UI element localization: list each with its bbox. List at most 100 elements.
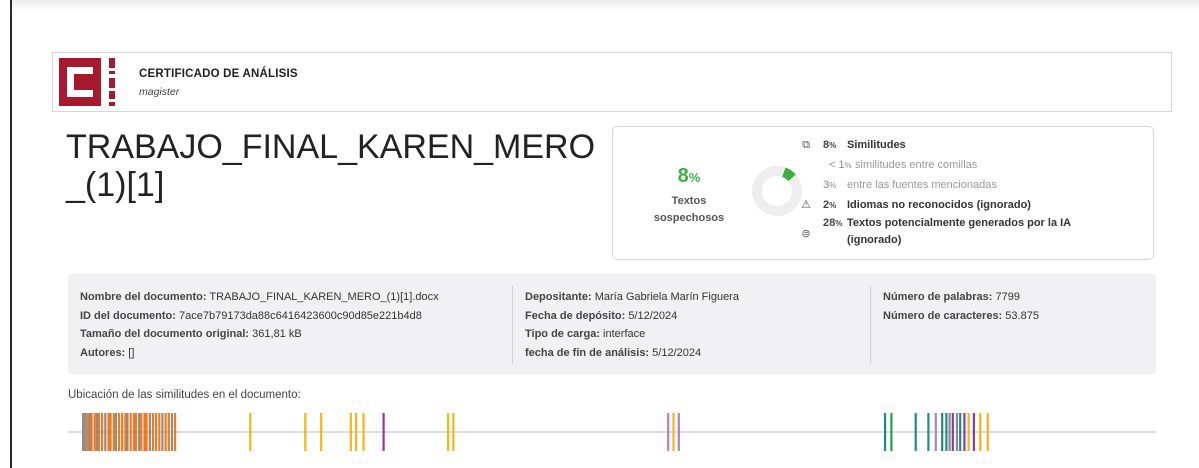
metadata-column-counts: Número de palabras: 7799 Número de caract… bbox=[883, 288, 1143, 325]
stat-label: Idiomas no reconocidos (ignorado) bbox=[847, 199, 1031, 211]
similarity-location-mark bbox=[138, 413, 141, 451]
stat-label: similitudes entre comillas bbox=[855, 159, 978, 171]
metadata-value: 7799 bbox=[995, 291, 1020, 303]
left-border-line bbox=[10, 0, 12, 468]
logo-c-letter bbox=[67, 67, 93, 97]
stat-value-unit: % bbox=[829, 201, 837, 210]
similarity-location-mark bbox=[112, 413, 115, 451]
similarity-location-mark bbox=[134, 413, 138, 451]
similarity-location-title: Ubicación de las similitudes en el docum… bbox=[68, 389, 301, 401]
similarity-location-strip bbox=[68, 413, 1156, 451]
stat-value-unit: % bbox=[835, 219, 843, 228]
similarity-location-mark bbox=[890, 413, 893, 451]
metadata-field: Autores: [] bbox=[80, 344, 510, 363]
similarity-location-mark bbox=[945, 413, 948, 451]
similarity-location-mark bbox=[109, 413, 112, 451]
metadata-value: 5/12/2024 bbox=[652, 346, 702, 359]
similarity-summary-card: 8% Textos sospechosos ⧉ 8% Similitudes < 1%… bbox=[612, 126, 1154, 260]
metadata-value: María Gabriela Marín Figuera bbox=[594, 291, 739, 303]
similarity-location-mark bbox=[986, 413, 989, 451]
stat-value-number: 28 bbox=[823, 217, 836, 229]
metadata-column-document: Nombre del documento: TRABAJO_FINAL_KARE… bbox=[80, 288, 510, 362]
similarity-location-mark bbox=[963, 413, 966, 451]
similarity-location-mark bbox=[97, 413, 101, 451]
metadata-field: Tipo de carga: interface bbox=[525, 325, 855, 344]
similarity-stats-list: ⧉ 8% Similitudes < 1% similitudes entre comi… bbox=[799, 135, 1139, 251]
metadata-value: 361,81 kB bbox=[252, 328, 302, 340]
similarity-location-mark bbox=[174, 413, 177, 451]
similarity-location-mark bbox=[349, 413, 352, 451]
similarity-location-mark bbox=[948, 413, 951, 451]
similarity-location-mark bbox=[155, 413, 158, 451]
similarity-location-mark bbox=[170, 413, 174, 451]
stat-value: 28% bbox=[823, 215, 842, 232]
stat-row: 3% entre las fuentes mencionadas bbox=[799, 175, 1139, 195]
similarity-location-mark bbox=[90, 413, 93, 451]
similarity-location-mark bbox=[972, 413, 975, 451]
similarity-location-mark bbox=[140, 413, 143, 451]
stat-value: < 1% bbox=[829, 155, 852, 176]
suspicious-label: Textos sospechosos bbox=[653, 195, 725, 224]
similarity-location-mark bbox=[86, 413, 89, 451]
similarity-location-mark bbox=[164, 413, 167, 451]
stat-value: 3% bbox=[823, 175, 836, 196]
metadata-field: Fecha de depósito: 5/12/2024 bbox=[525, 307, 855, 326]
metadata-value: 5/12/2024 bbox=[628, 309, 678, 322]
similarity-location-mark bbox=[672, 413, 675, 451]
stat-value-number: < 1 bbox=[829, 159, 845, 171]
similarity-location-mark bbox=[84, 413, 87, 451]
metadata-field: Número de palabras: 7799 bbox=[883, 288, 1143, 307]
similarity-location-mark bbox=[677, 413, 680, 451]
similarity-location-mark bbox=[320, 413, 323, 451]
similarity-location-mark bbox=[914, 413, 917, 451]
suspicious-percentage-unit: % bbox=[688, 170, 701, 185]
stat-label: entre las fuentes mencionadas bbox=[847, 179, 997, 191]
similarity-location-mark bbox=[452, 413, 455, 451]
metadata-key: Tipo de carga: bbox=[525, 328, 600, 340]
metadata-value: 7ace7b79173da88c6416423600c90d85e221b4d8 bbox=[179, 309, 422, 322]
similarity-location-mark bbox=[145, 413, 148, 451]
suspicious-percentage: 8% bbox=[669, 165, 709, 188]
similarity-location-mark bbox=[126, 413, 129, 451]
similarity-location-mark bbox=[362, 413, 365, 451]
stat-row: < 1% similitudes entre comillas bbox=[799, 155, 1139, 175]
similarity-location-mark bbox=[941, 413, 944, 451]
similarity-location-mark bbox=[95, 413, 98, 451]
similarity-location-mark bbox=[107, 413, 110, 451]
similarity-location-mark bbox=[161, 413, 164, 451]
similarity-location-mark bbox=[93, 413, 96, 451]
similarity-location-mark bbox=[967, 413, 970, 451]
similarity-location-mark bbox=[934, 413, 937, 451]
similarity-location-mark bbox=[158, 413, 161, 451]
metadata-field: Número de caracteres: 53.875 bbox=[883, 307, 1143, 326]
similarity-location-mark bbox=[382, 413, 385, 451]
metadata-divider bbox=[512, 286, 513, 364]
metadata-divider bbox=[870, 286, 871, 364]
document-title: TRABAJO_FINAL_KAREN_MERO_(1)[1] bbox=[66, 128, 596, 204]
compilatio-logo bbox=[59, 58, 119, 106]
stat-row: ⧉ 8% Similitudes bbox=[799, 135, 1139, 155]
similarity-location-mark bbox=[167, 413, 170, 451]
logo-square-icon bbox=[59, 58, 101, 106]
certificate-header: CERTIFICADO DE ANÁLISIS magister bbox=[52, 52, 1172, 112]
metadata-field: Tamaño del documento original: 361,81 kB bbox=[80, 325, 510, 344]
similarity-location-mark bbox=[447, 413, 450, 451]
stat-row: ⚠ 2% Idiomas no reconocidos (ignorado) bbox=[799, 195, 1139, 215]
donut-arc bbox=[781, 167, 796, 182]
ai-icon: ⊜ bbox=[801, 228, 811, 240]
similarity-location-mark bbox=[88, 413, 91, 451]
similarity-location-mark bbox=[124, 413, 127, 451]
similarity-location-mark bbox=[121, 413, 124, 451]
metadata-key: Autores: bbox=[80, 346, 126, 359]
stat-label: Textos potencialmente generados por la I… bbox=[847, 217, 1071, 246]
metadata-field: Nombre del documento: TRABAJO_FINAL_KARE… bbox=[80, 288, 510, 307]
metadata-value: [] bbox=[128, 346, 135, 359]
similarity-location-mark bbox=[979, 413, 982, 451]
similarity-location-mark bbox=[143, 413, 146, 451]
similarity-location-mark bbox=[249, 413, 252, 451]
certificate-title: CERTIFICADO DE ANÁLISIS bbox=[139, 68, 298, 80]
similarity-location-mark bbox=[667, 413, 670, 451]
metadata-field: Depositante: María Gabriela Marín Figuer… bbox=[525, 288, 855, 307]
similarity-location-mark bbox=[118, 413, 121, 451]
stat-value-unit: % bbox=[829, 181, 837, 190]
